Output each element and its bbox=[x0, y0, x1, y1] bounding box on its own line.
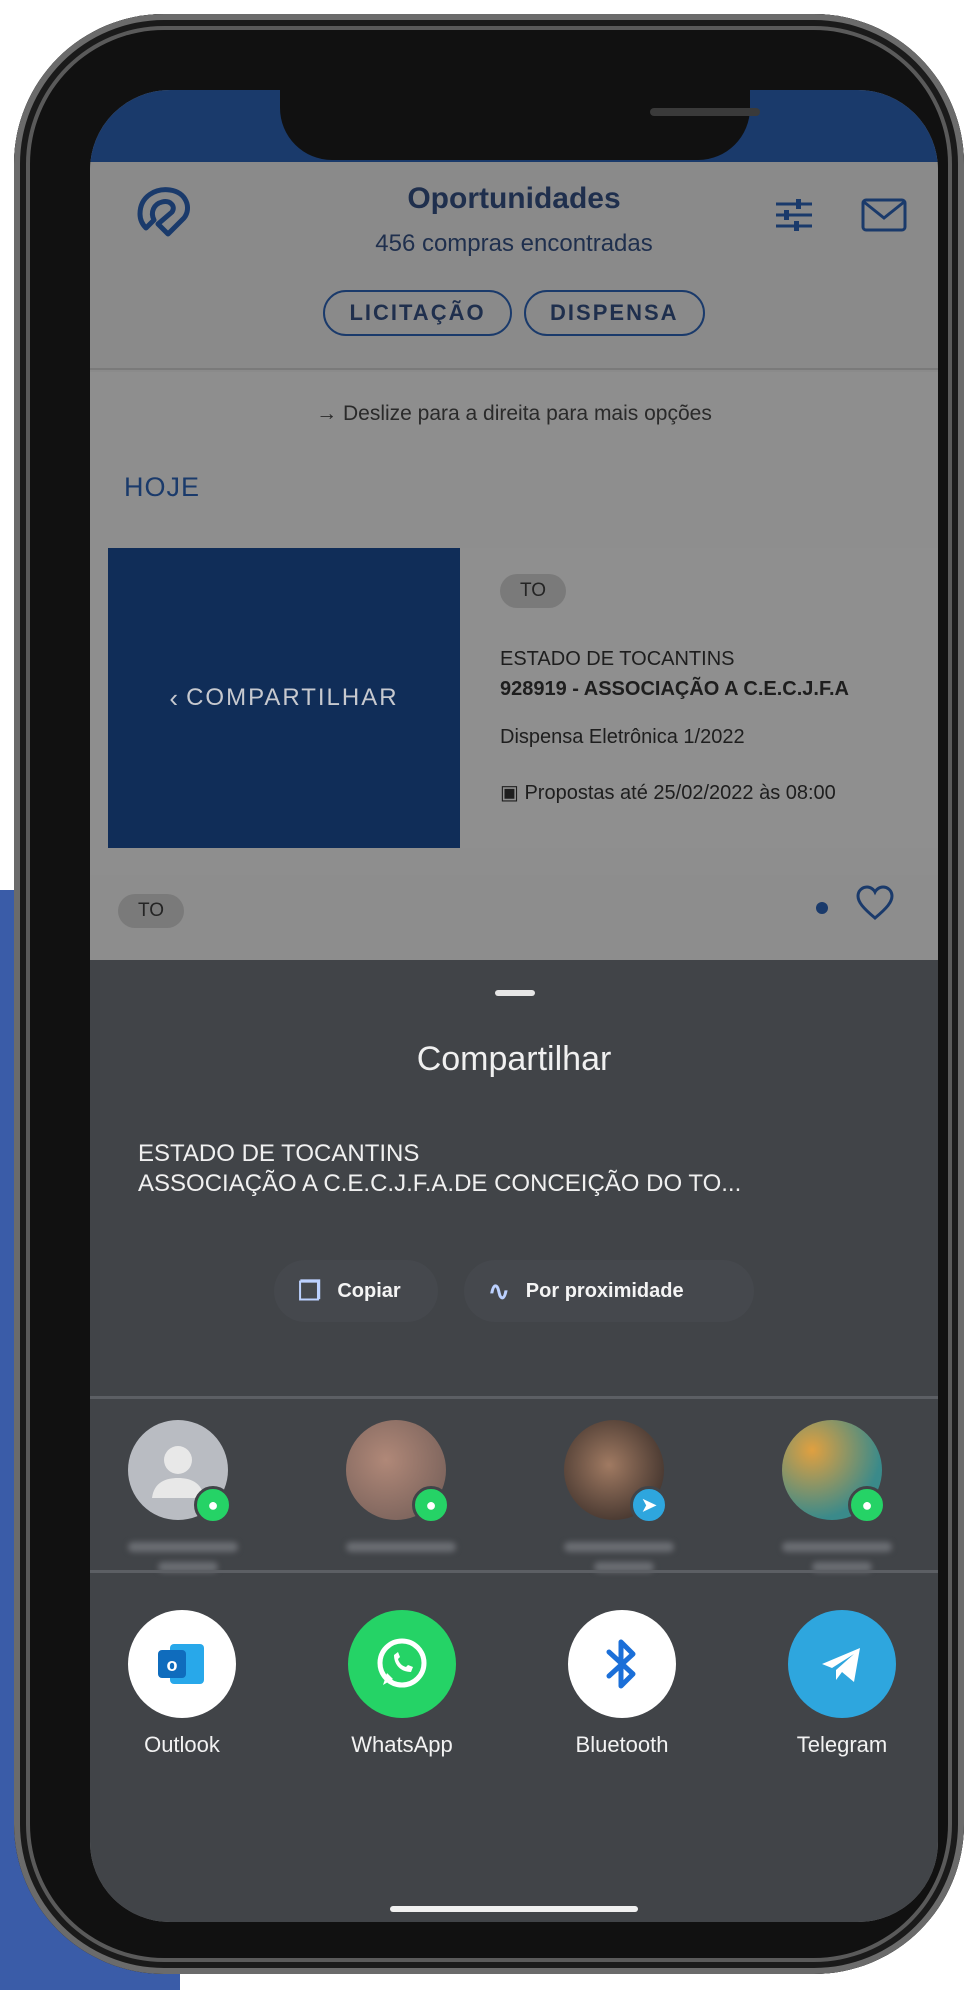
section-label: HOJE bbox=[124, 472, 201, 502]
pill-dispensa[interactable]: DISPENSA bbox=[524, 290, 705, 336]
avatar: ➤ bbox=[564, 1420, 668, 1524]
swipe-hint: → Deslize para a direita para mais opçõe… bbox=[316, 402, 712, 425]
filter-pills: LICITAÇÃO DISPENSA bbox=[90, 290, 938, 336]
card-modality: Dispensa Eletrônica 1/2022 bbox=[500, 726, 745, 748]
favorite-heart-icon[interactable] bbox=[855, 884, 895, 924]
direct-share-contact[interactable]: ➤ bbox=[564, 1420, 684, 1572]
next-card-tag: TO bbox=[118, 894, 185, 928]
share-sheet: Compartilhar ESTADO DE TOCANTINS ASSOCIA… bbox=[90, 960, 938, 1922]
copy-button[interactable]: ❐ Copiar bbox=[274, 1260, 438, 1322]
share-icon: ‹ bbox=[169, 682, 181, 713]
contact-name-blurred bbox=[564, 1542, 674, 1552]
calendar-icon: ▣ bbox=[500, 782, 525, 804]
avatar: ● bbox=[782, 1420, 886, 1524]
header-divider bbox=[90, 368, 938, 370]
direct-share-contact[interactable]: ● bbox=[782, 1420, 902, 1572]
share-text-line-2: ASSOCIAÇÃO A C.E.C.J.F.A.DE CONCEIÇÃO DO… bbox=[138, 1170, 742, 1197]
state-tag: TO bbox=[500, 574, 567, 608]
copy-icon: ❐ bbox=[298, 1275, 322, 1306]
share-app-outlook[interactable]: o Outlook bbox=[112, 1610, 252, 1758]
opportunity-card[interactable]: ‹ COMPARTILHAR TO ESTADO DE TOCANTINS 92… bbox=[108, 548, 938, 848]
nearby-share-button[interactable]: ∿ Por proximidade bbox=[464, 1260, 754, 1322]
whatsapp-badge-icon: ● bbox=[848, 1486, 886, 1524]
card-deadline-text: Propostas até 25/02/2022 às 08:00 bbox=[524, 782, 836, 804]
home-indicator[interactable] bbox=[390, 1906, 638, 1912]
card-state: ESTADO DE TOCANTINS bbox=[500, 648, 735, 670]
outlook-icon: o bbox=[128, 1610, 236, 1718]
app-label-outlook: Outlook bbox=[144, 1732, 220, 1757]
mail-icon[interactable] bbox=[860, 194, 908, 236]
card-deadline: ▣ Propostas até 25/02/2022 às 08:00 bbox=[500, 780, 836, 805]
sheet-drag-handle[interactable] bbox=[495, 990, 535, 996]
telegram-icon bbox=[788, 1610, 896, 1718]
copy-label: Copiar bbox=[337, 1279, 401, 1302]
phone-frame: Oportunidades 456 compras encontradas LI… bbox=[14, 14, 964, 1974]
direct-share-contact[interactable]: ● bbox=[346, 1420, 466, 1552]
speaker-grille bbox=[650, 108, 760, 116]
app-label-bluetooth: Bluetooth bbox=[575, 1732, 669, 1757]
contact-name-blurred bbox=[346, 1542, 456, 1552]
contact-name-blurred bbox=[782, 1542, 892, 1552]
next-card[interactable] bbox=[90, 875, 938, 970]
share-app-whatsapp[interactable]: WhatsApp bbox=[332, 1610, 472, 1758]
share-text-line-1: ESTADO DE TOCANTINS bbox=[138, 1140, 420, 1167]
avatar: ● bbox=[128, 1420, 232, 1524]
notch bbox=[280, 90, 760, 160]
share-app-telegram[interactable]: Telegram bbox=[772, 1610, 912, 1758]
telegram-badge-icon: ➤ bbox=[630, 1486, 668, 1524]
avatar: ● bbox=[346, 1420, 450, 1524]
pill-licitacao[interactable]: LICITAÇÃO bbox=[323, 290, 512, 336]
app-label-whatsapp: WhatsApp bbox=[351, 1732, 453, 1757]
whatsapp-badge-icon: ● bbox=[194, 1486, 232, 1524]
svg-text:o: o bbox=[167, 1655, 178, 1675]
card-org: 928919 - ASSOCIAÇÃO A C.E.C.J.F.A bbox=[500, 678, 849, 700]
bluetooth-icon bbox=[568, 1610, 676, 1718]
contact-name-blurred bbox=[128, 1542, 238, 1552]
sheet-divider-1 bbox=[90, 1396, 938, 1399]
share-action-button[interactable]: ‹ COMPARTILHAR bbox=[108, 548, 460, 848]
sheet-divider-2 bbox=[90, 1570, 938, 1573]
whatsapp-badge-icon: ● bbox=[412, 1486, 450, 1524]
direct-share-contact[interactable]: ● bbox=[128, 1420, 248, 1572]
share-sheet-title: Compartilhar bbox=[416, 1040, 612, 1078]
nearby-icon: ∿ bbox=[488, 1275, 510, 1306]
phone-screen: Oportunidades 456 compras encontradas LI… bbox=[90, 90, 938, 1922]
whatsapp-icon bbox=[348, 1610, 456, 1718]
app-label-telegram: Telegram bbox=[796, 1732, 888, 1757]
share-action-label: COMPARTILHAR bbox=[186, 684, 399, 711]
nearby-label: Por proximidade bbox=[525, 1279, 684, 1302]
filter-sliders-icon[interactable] bbox=[770, 194, 818, 236]
share-app-bluetooth[interactable]: Bluetooth bbox=[552, 1610, 692, 1758]
unread-dot bbox=[816, 902, 828, 914]
